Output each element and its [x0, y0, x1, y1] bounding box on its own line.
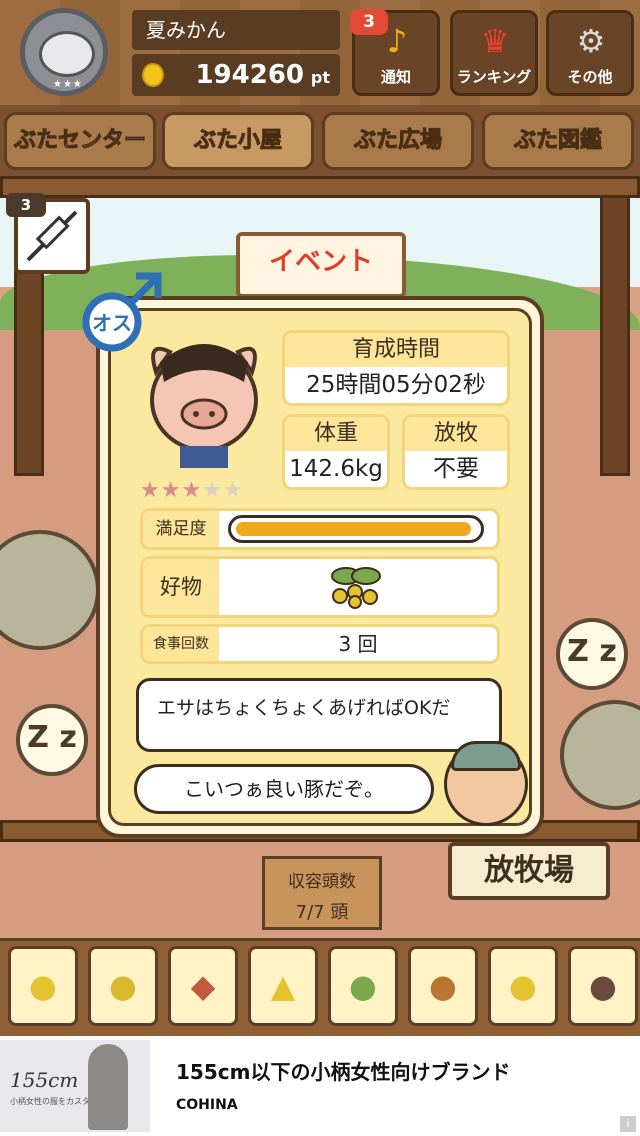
food-item-button[interactable]: ● [488, 946, 558, 1026]
points-display: 194260 pt [132, 54, 340, 96]
event-sign[interactable]: イベント [236, 232, 406, 298]
pig-portrait [150, 344, 258, 468]
tab-pig-center[interactable]: ぶたセンター [4, 112, 156, 170]
ranking-button[interactable]: ♛ ランキング [450, 10, 538, 96]
soybean-pile-icon: ● [29, 967, 57, 1005]
points-unit: pt [310, 68, 330, 87]
pasture-sign-button[interactable]: 放牧場 [448, 842, 610, 900]
growth-time-value: 25時間05分02秒 [306, 372, 486, 398]
food-item-button[interactable]: ● [568, 946, 638, 1026]
sleep-bubble-left: Z z [16, 704, 88, 776]
satisfaction-bar-fill [236, 522, 471, 536]
satisfaction-label: 満足度 [143, 511, 219, 547]
ad-brand[interactable]: COHINA [176, 1097, 238, 1113]
ad-title[interactable]: 155cm以下の小柄女性向けブランド [176, 1056, 510, 1085]
grain-pile-icon: ● [109, 967, 137, 1005]
tab-pig-plaza[interactable]: ぶた広場 [322, 112, 474, 170]
food-item-button[interactable]: ◆ [168, 946, 238, 1026]
crown-icon: ♛ [480, 22, 510, 60]
gear-icon: ⚙ [576, 22, 606, 60]
player-name: 夏みかん [132, 10, 340, 50]
pig-rating: ★★★★★ [140, 478, 244, 503]
capacity-label: 収容頭数 [288, 872, 356, 892]
weight-box: 体重 142.6kg [282, 414, 390, 490]
farmer-comment-text: こいつぁ良い豚だぞ。 [184, 777, 384, 801]
barn-beam [0, 176, 640, 198]
meal-count-row: 食事回数 3 回 [140, 624, 500, 664]
gender-label: オス [92, 311, 132, 335]
pig-face-icon [39, 31, 95, 77]
fence-post-right [600, 176, 630, 476]
grazing-value: 不要 [433, 456, 479, 482]
settings-label: その他 [567, 68, 613, 86]
ad-model-figure [88, 1044, 128, 1130]
ad-image[interactable]: 155cm 小柄女性の服をカスタマイズ [0, 1040, 150, 1132]
growth-time-box: 育成時間 25時間05分02秒 [282, 330, 510, 406]
favorite-food-row: 好物 [140, 556, 500, 618]
points-value: 194260 [195, 60, 304, 90]
food-item-button[interactable]: ● [88, 946, 158, 1026]
syringe-count-badge: 3 [6, 193, 46, 217]
tab-pig-barn[interactable]: ぶた小屋 [162, 112, 314, 170]
bean-dish-icon: ● [509, 967, 537, 1005]
grazing-box: 放牧 不要 [402, 414, 510, 490]
coin-icon [142, 63, 164, 87]
notification-label: 通知 [380, 68, 411, 86]
ranking-label: ランキング [456, 68, 532, 86]
meals-value: 3 回 [338, 632, 378, 656]
player-avatar[interactable]: ★★★ [20, 8, 108, 96]
rating-empty-stars: ★★ [202, 478, 244, 503]
capacity-sign: 収容頭数 7/7 頭 [262, 856, 382, 930]
weight-label: 体重 [285, 417, 387, 451]
food-item-button[interactable]: ● [8, 946, 78, 1026]
food-item-button[interactable]: ▲ [248, 946, 318, 1026]
weight-value: 142.6kg [289, 456, 383, 482]
rating-filled-stars: ★★★ [140, 478, 203, 503]
acorn-icon: ● [429, 967, 457, 1005]
notification-badge: 3 [350, 9, 388, 35]
sleep-bubble-right: Z z [556, 618, 628, 690]
ad-info-icon[interactable]: i [620, 1116, 636, 1132]
grazing-label: 放牧 [405, 417, 507, 451]
food-item-button[interactable]: ● [408, 946, 478, 1026]
corn-icon: ▲ [270, 967, 296, 1005]
farmer-comment-bubble: こいつぁ良い豚だぞ。 [134, 764, 434, 814]
sweet-potato-icon: ◆ [190, 967, 216, 1005]
ad-image-title: 155cm [10, 1068, 79, 1092]
capacity-value: 7/7 頭 [295, 902, 349, 923]
nut-bunch-icon [331, 567, 381, 609]
chocolate-dish-icon: ● [589, 967, 617, 1005]
growth-time-label: 育成時間 [285, 333, 507, 367]
farmer-tip-bubble: エサはちょくちょくあげればOKだ [136, 678, 502, 752]
farmer-avatar [444, 741, 528, 826]
meals-label: 食事回数 [143, 627, 219, 661]
nut-bunch-icon: ● [349, 967, 377, 1005]
farmer-hat-icon [451, 741, 521, 771]
rank-stars: ★★★ [53, 79, 83, 90]
farmer-tip-text: エサはちょくちょくあげればOKだ [157, 697, 451, 719]
favorite-label: 好物 [143, 559, 219, 615]
settings-button[interactable]: ⚙ その他 [546, 10, 634, 96]
tab-pig-encyclopedia[interactable]: ぶた図鑑 [482, 112, 634, 170]
food-item-button[interactable]: ● [328, 946, 398, 1026]
